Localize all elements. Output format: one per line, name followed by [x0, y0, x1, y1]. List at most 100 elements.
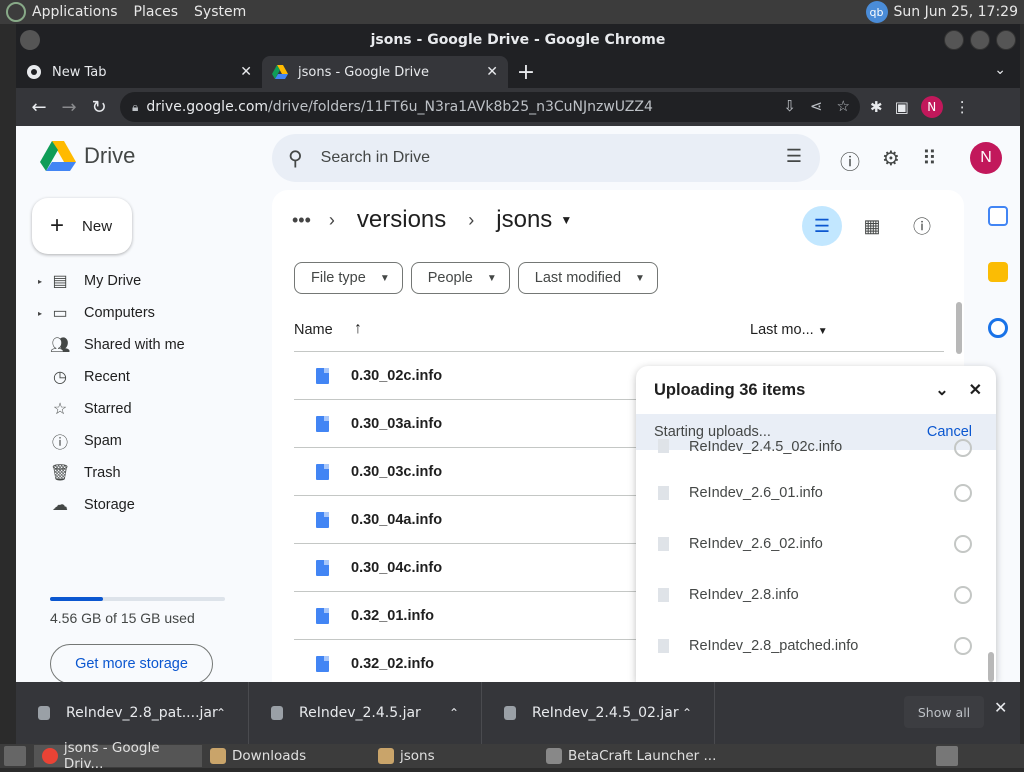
new-tab-button[interactable]: +	[508, 56, 544, 88]
back-icon[interactable]: ←	[24, 92, 54, 122]
share-icon[interactable]: ⋖	[810, 97, 823, 115]
reload-icon[interactable]: ↻	[84, 92, 114, 122]
list-item[interactable]: ReIndev_2.6_02.info	[636, 518, 996, 569]
close-icon[interactable]: ✕	[969, 380, 982, 400]
address-bar[interactable]: 🔒︎ drive.google.com/drive/folders/11FT6u…	[120, 92, 860, 122]
download-bar: ReIndev_2.8_pat....jar ⌃ ReIndev_2.4.5.j…	[16, 682, 1020, 744]
java-icon	[546, 748, 562, 764]
sidebar-item-label: My Drive	[84, 273, 142, 289]
system-logo-icon[interactable]	[6, 2, 26, 22]
menu-system[interactable]: System	[194, 4, 246, 20]
gear-icon[interactable]: ⚙	[882, 146, 900, 175]
profile-avatar[interactable]: N	[920, 96, 943, 118]
menu-places[interactable]: Places	[134, 4, 179, 20]
sidebar-item-recent[interactable]: ◷ Recent	[36, 361, 272, 393]
workspace-chrome-icon[interactable]	[936, 746, 958, 766]
search-input[interactable]: ⚲ Search in Drive ☰	[272, 134, 820, 182]
calendar-icon[interactable]	[988, 206, 1008, 226]
sidebar-item-label: Recent	[84, 369, 130, 385]
show-desktop-icon[interactable]	[4, 746, 26, 766]
list-item[interactable]: ReIndev_2.8_patched.info	[636, 620, 996, 671]
list-item[interactable]: ReIndev_2.6_01.info	[636, 467, 996, 518]
drive-logo[interactable]: Drive	[40, 140, 135, 172]
window-menu-button[interactable]	[20, 30, 40, 50]
chevron-up-icon[interactable]: ⌃	[682, 706, 692, 720]
help-icon[interactable]: ⓘ	[840, 146, 860, 175]
install-icon[interactable]: ⇩	[783, 97, 796, 115]
apps-grid-icon[interactable]: ⠿	[922, 146, 937, 175]
bookmark-star-icon[interactable]: ☆	[837, 97, 850, 115]
chevron-down-icon[interactable]: ⌄	[994, 62, 1006, 78]
show-all-button[interactable]: Show all	[904, 696, 984, 728]
breadcrumb-current[interactable]: jsons	[496, 206, 552, 234]
download-item[interactable]: ReIndev_2.8_pat....jar ⌃	[16, 682, 249, 744]
sidebar-item-trash[interactable]: 🗑︎ Trash	[36, 457, 272, 489]
close-icon[interactable]: ✕	[240, 64, 252, 80]
taskbar-item-jsons[interactable]: jsons	[370, 745, 538, 767]
close-icon[interactable]: ✕	[994, 698, 1007, 717]
get-more-storage-button[interactable]: Get more storage	[50, 644, 213, 682]
clock[interactable]: Sun Jun 25, 17:29	[894, 4, 1018, 20]
upload-scrollbar[interactable]	[988, 652, 994, 682]
sidebar-item-computers[interactable]: ▸ ▭ Computers	[36, 297, 272, 329]
column-last-modified[interactable]: Last mo... ▼	[750, 322, 828, 338]
caret-down-icon[interactable]: ▼	[560, 213, 572, 227]
chevron-up-icon[interactable]: ⌃	[449, 706, 459, 720]
taskbar-item-downloads[interactable]: Downloads	[202, 745, 370, 767]
list-view-icon[interactable]: ☰	[802, 206, 842, 246]
jar-file-icon	[271, 706, 283, 720]
sidebar-item-spam[interactable]: ⓘ Spam	[36, 425, 272, 457]
sidebar-item-my-drive[interactable]: ▸ ▤ My Drive	[36, 265, 272, 297]
chevron-up-icon[interactable]: ⌃	[216, 706, 226, 720]
download-item[interactable]: ReIndev_2.4.5.jar ⌃	[249, 682, 482, 744]
file-name: 0.30_04a.info	[351, 511, 443, 528]
sidebar-item-starred[interactable]: ☆ Starred	[36, 393, 272, 425]
close-window-button[interactable]	[996, 30, 1016, 50]
chevron-down-icon[interactable]: ⌄	[935, 380, 948, 400]
breadcrumb-parent[interactable]: versions	[357, 206, 446, 234]
keep-icon[interactable]	[988, 262, 1008, 282]
extensions-icon[interactable]: ✱	[870, 98, 883, 116]
filter-file-type[interactable]: File type ▼	[294, 262, 403, 294]
more-dots-icon[interactable]: •••	[292, 210, 311, 231]
grid-view-icon[interactable]: ▦	[852, 206, 892, 246]
lock-icon[interactable]: 🔒︎	[132, 100, 138, 115]
maximize-button[interactable]	[970, 30, 990, 50]
filter-last-modified[interactable]: Last modified ▼	[517, 262, 658, 294]
sidebar-item-storage[interactable]: ☁ Storage	[36, 489, 272, 521]
account-avatar[interactable]: N	[970, 142, 1002, 174]
forward-icon[interactable]: →	[54, 92, 84, 122]
tab-jsons-drive[interactable]: jsons - Google Drive ✕	[262, 56, 508, 88]
minimize-button[interactable]	[944, 30, 964, 50]
main-scrollbar[interactable]	[956, 302, 962, 354]
info-icon[interactable]: ⓘ	[902, 206, 942, 246]
window-title: jsons - Google Drive - Google Chrome	[370, 32, 666, 48]
qbittorrent-icon[interactable]: qb	[865, 1, 888, 23]
pending-circle-icon	[954, 439, 972, 457]
close-icon[interactable]: ✕	[486, 64, 498, 80]
new-button[interactable]: + New	[32, 198, 132, 254]
menu-applications[interactable]: Applications	[32, 4, 118, 20]
kebab-menu-icon[interactable]: ⋮	[955, 98, 970, 116]
expand-caret-icon[interactable]: ▸	[38, 309, 42, 318]
chevron-right-icon: ›	[468, 209, 475, 230]
side-panel-icon[interactable]: ▣	[895, 98, 909, 116]
sidebar-item-shared[interactable]: 👥︎ Shared with me	[36, 329, 272, 361]
list-item[interactable]: ReIndev_2.8.info	[636, 569, 996, 620]
taskbar-item-betacraft[interactable]: BetaCraft Launcher ...	[538, 745, 738, 767]
expand-caret-icon[interactable]: ▸	[38, 277, 42, 286]
sort-arrow-up-icon[interactable]: ↑	[354, 320, 362, 338]
search-options-icon[interactable]: ☰	[786, 146, 802, 167]
tasks-icon[interactable]	[988, 318, 1008, 338]
storage-text: 4.56 GB of 15 GB used	[50, 610, 195, 626]
tab-label: jsons - Google Drive	[298, 64, 429, 80]
column-name[interactable]: Name	[294, 322, 333, 338]
taskbar-item-chrome[interactable]: jsons - Google Driv...	[34, 740, 202, 772]
tab-new-tab[interactable]: New Tab ✕	[16, 56, 262, 88]
search-icon[interactable]: ⚲	[288, 146, 303, 171]
window-titlebar[interactable]: jsons - Google Drive - Google Chrome	[16, 24, 1020, 56]
download-item[interactable]: ReIndev_2.4.5_02.jar ⌃	[482, 682, 715, 744]
filter-people[interactable]: People ▼	[410, 262, 510, 294]
list-item[interactable]: ReIndev_2.4.5_02c.info	[636, 439, 996, 467]
cancel-upload-button[interactable]: Cancel	[927, 424, 972, 440]
